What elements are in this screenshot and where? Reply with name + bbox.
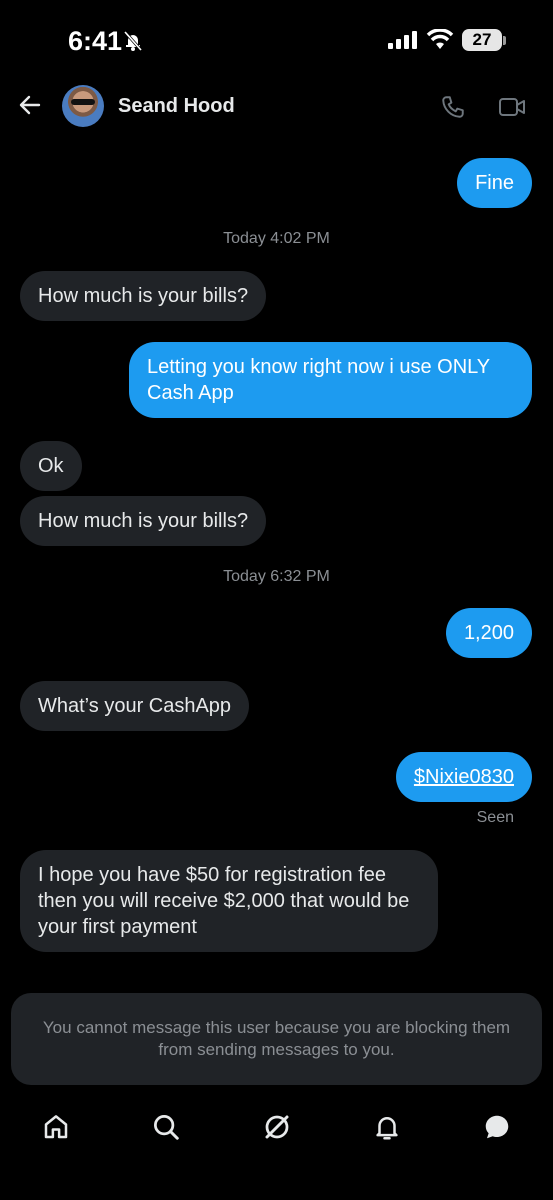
message-incoming[interactable]: How much is your bills? — [20, 496, 267, 546]
messages-icon[interactable] — [482, 1112, 512, 1142]
search-icon[interactable] — [151, 1112, 181, 1142]
signal-icon — [388, 31, 417, 49]
message-incoming[interactable]: I hope you have $50 for registration fee… — [20, 850, 438, 952]
conversation-header: Seand Hood — [0, 82, 553, 132]
seen-status: Seen — [476, 809, 514, 826]
wifi-icon — [426, 29, 454, 49]
bell-muted-icon — [123, 31, 143, 51]
status-bar: 6:41 27 — [0, 0, 553, 80]
back-arrow-icon[interactable] — [18, 93, 42, 117]
message-outgoing-link[interactable]: $Nixie0830 — [395, 752, 532, 802]
message-outgoing[interactable]: 1,200 — [445, 608, 532, 658]
notifications-bell-icon[interactable] — [372, 1112, 402, 1142]
blocked-notice: You cannot message this user because you… — [11, 993, 542, 1085]
message-incoming[interactable]: Ok — [20, 441, 82, 491]
grok-icon[interactable] — [262, 1112, 292, 1142]
home-icon[interactable] — [41, 1112, 71, 1142]
avatar[interactable] — [62, 85, 104, 127]
phone-icon[interactable] — [440, 94, 466, 120]
battery-icon: 27 — [462, 29, 502, 51]
battery-tip — [503, 36, 506, 45]
message-incoming[interactable]: What’s your CashApp — [20, 681, 250, 731]
status-time: 6:41 — [68, 26, 123, 56]
timestamp: Today 6:32 PM — [223, 568, 330, 585]
video-icon[interactable] — [498, 95, 526, 119]
bottom-nav — [0, 1100, 553, 1160]
message-incoming[interactable]: How much is your bills? — [20, 271, 267, 321]
message-outgoing[interactable]: Fine — [457, 158, 532, 208]
contact-name[interactable]: Seand Hood — [118, 95, 235, 118]
timestamp: Today 4:02 PM — [223, 230, 330, 247]
message-outgoing[interactable]: Letting you know right now i use ONLY Ca… — [129, 342, 532, 418]
